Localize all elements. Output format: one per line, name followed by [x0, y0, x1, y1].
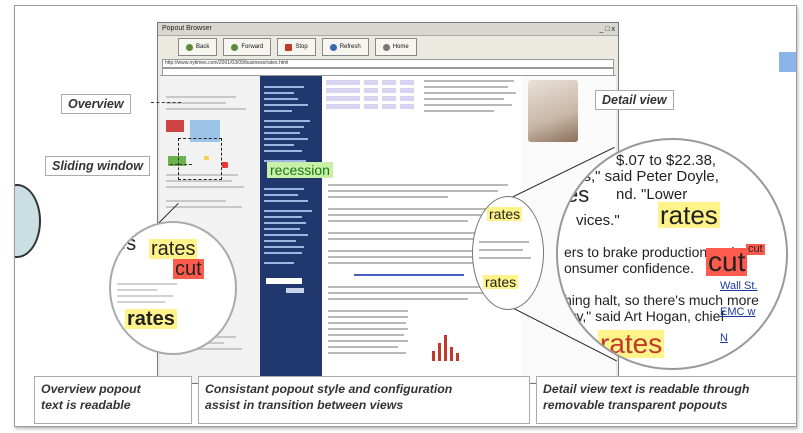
back-label: Back [196, 44, 210, 50]
label-sliding-window: Sliding window [45, 156, 150, 176]
home-icon [382, 43, 390, 51]
leader-sliding-window [170, 164, 192, 165]
figure-frame: Popout Browser _ □ x Back Forward Stop R… [14, 5, 797, 427]
nav-go-button[interactable] [286, 288, 304, 293]
address-bar: http://www.nytimes.com/2001/03/09/busine… [162, 58, 614, 68]
refresh-button[interactable]: Refresh [321, 38, 369, 56]
forward-icon [231, 43, 239, 51]
highlight-recession: recession [267, 162, 333, 178]
stop-label: Stop [295, 44, 308, 50]
mini-bar-chart [430, 321, 470, 361]
back-icon [186, 43, 193, 51]
forward-button[interactable]: Forward [223, 38, 272, 56]
sliding-window-box[interactable] [178, 138, 222, 180]
big-lens-line1: $.07 to $22.38, [616, 152, 717, 169]
shirt-photo [528, 80, 578, 142]
big-lens-word-rates: rates [658, 200, 720, 230]
big-lens-link-emc[interactable]: EMC w [720, 306, 755, 318]
small-lens-word-rates: rates [149, 238, 198, 260]
mid-popout-lens[interactable]: rates rates [472, 196, 544, 310]
window-title: Popout Browser _ □ x [158, 23, 618, 36]
leader-overview [151, 102, 181, 103]
stop-button[interactable]: Stop [277, 38, 316, 56]
home-label: Home [392, 44, 409, 50]
caption-detail-view: Detail view text is readable through rem… [536, 376, 796, 424]
caption-consistent-style: Consistant popout style and configuratio… [198, 376, 530, 424]
back-button[interactable]: Back [178, 38, 218, 56]
window-title-text: Popout Browser [162, 25, 212, 32]
browser-toolbar: Back Forward Stop Refresh Home [158, 36, 618, 58]
big-lens-link-n[interactable]: N [720, 332, 728, 344]
caption-overview: Overview popout text is readable [34, 376, 192, 424]
corner-square [779, 52, 796, 72]
detail-popout-lens[interactable]: $.07 to $22.38, ks," said Peter Doyle, e… [556, 138, 788, 370]
page-content [160, 75, 616, 382]
browser-window: Popout Browser _ □ x Back Forward Stop R… [157, 22, 619, 384]
caption-row: Overview popout text is readable Consist… [34, 376, 796, 426]
big-lens-line3: es [566, 182, 590, 207]
address-input[interactable]: http://www.nytimes.com/2001/03/09/busine… [162, 58, 614, 68]
overview-thumb-red [166, 120, 184, 132]
forward-label: Forward [241, 44, 264, 50]
mid-lens-word-rates: rates [487, 206, 523, 222]
small-lens-word-es: es [115, 233, 137, 255]
refresh-label: Refresh [339, 44, 361, 50]
small-lens-word-rates-2: rates [125, 308, 177, 330]
refresh-icon [329, 43, 337, 51]
label-overview: Overview [61, 94, 131, 114]
nav-search-field[interactable] [266, 278, 302, 284]
big-lens-word-cut: cut [706, 246, 748, 277]
stop-icon [285, 43, 293, 51]
big-lens-link-wallst[interactable]: Wall St. [720, 280, 758, 292]
decorative-circle [15, 184, 41, 258]
label-detail-view: Detail view [595, 90, 674, 110]
big-lens-word-rates-2: rates [598, 328, 665, 359]
big-lens-line8: ory," said Art Hogan, chief [564, 308, 725, 324]
site-nav-column[interactable] [260, 76, 322, 382]
big-lens-cut-small: cut [746, 243, 765, 255]
red-marker [222, 162, 228, 168]
big-lens-line6: onsumer confidence. [564, 260, 694, 276]
small-lens-word-cut: cut [173, 258, 204, 280]
home-button[interactable]: Home [374, 38, 417, 56]
big-lens-line4: vices." [576, 212, 620, 229]
mid-lens-word-rates-2: rates [483, 274, 519, 290]
window-controls[interactable]: _ □ x [599, 24, 615, 36]
overview-popout-lens[interactable]: es rates cut rates [109, 221, 237, 355]
big-lens-line2: ks," said Peter Doyle, [576, 168, 719, 185]
